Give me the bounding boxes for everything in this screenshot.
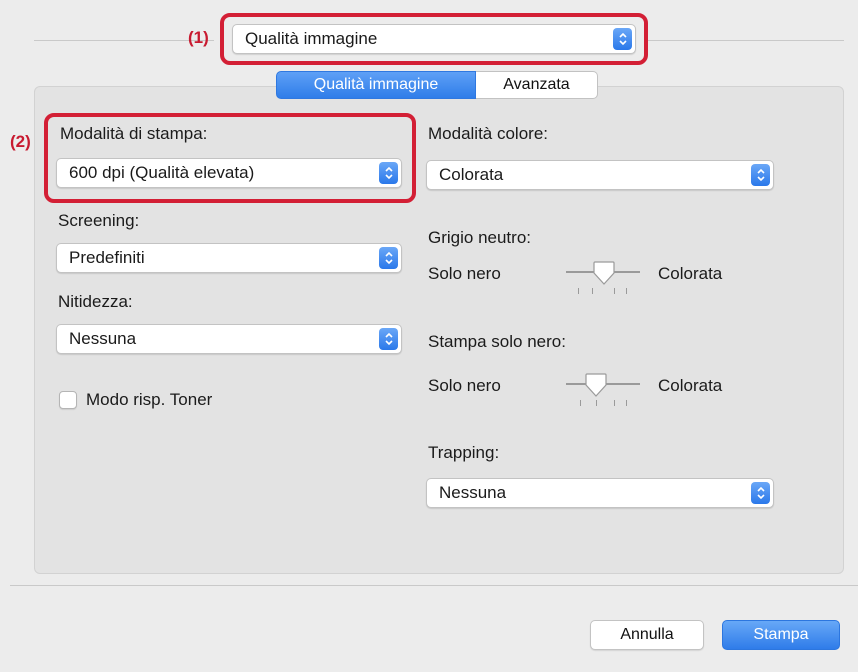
- toner-save-checkbox[interactable]: [59, 391, 77, 409]
- slider-tick: [614, 288, 615, 294]
- print-mode-label: Modalità di stampa:: [60, 124, 208, 143]
- slider-tick: [596, 400, 597, 406]
- black-only-min-label: Solo nero: [428, 376, 501, 395]
- panel-select-popup[interactable]: Qualità immagine: [232, 24, 636, 54]
- chevron-updown-icon: [751, 164, 770, 186]
- neutral-gray-min-label: Solo nero: [428, 264, 501, 283]
- trapping-popup[interactable]: Nessuna: [426, 478, 774, 508]
- neutral-gray-slider[interactable]: [566, 258, 640, 296]
- top-separator-right: [648, 40, 844, 41]
- trapping-value: Nessuna: [439, 483, 507, 502]
- cancel-button[interactable]: Annulla: [590, 620, 704, 650]
- black-only-label: Stampa solo nero:: [428, 332, 566, 351]
- sharpness-value: Nessuna: [69, 329, 137, 348]
- slider-knob[interactable]: [584, 372, 608, 398]
- footer-separator: [10, 585, 858, 586]
- slider-tick: [626, 400, 627, 406]
- screening-popup[interactable]: Predefiniti: [56, 243, 402, 273]
- color-mode-label: Modalità colore:: [428, 124, 549, 143]
- annotation-marker-1: (1): [188, 28, 209, 47]
- toner-save-label: Modo risp. Toner: [86, 390, 213, 409]
- chevron-updown-icon: [613, 28, 632, 50]
- color-mode-popup[interactable]: Colorata: [426, 160, 774, 190]
- slider-tick: [592, 288, 593, 294]
- panel-select-value: Qualità immagine: [245, 29, 378, 48]
- black-only-max-label: Colorata: [658, 376, 723, 395]
- screening-value: Predefiniti: [69, 248, 145, 267]
- sharpness-label: Nitidezza:: [58, 292, 133, 311]
- print-mode-value: 600 dpi (Qualità elevata): [69, 163, 255, 182]
- slider-tick: [626, 288, 627, 294]
- screening-label: Screening:: [58, 211, 140, 230]
- slider-knob[interactable]: [592, 260, 616, 286]
- chevron-updown-icon: [379, 328, 398, 350]
- annotation-marker-2: (2): [10, 132, 31, 151]
- trapping-label: Trapping:: [428, 443, 500, 462]
- chevron-updown-icon: [379, 247, 398, 269]
- slider-tick: [580, 400, 581, 406]
- chevron-updown-icon: [751, 482, 770, 504]
- neutral-gray-max-label: Colorata: [658, 264, 723, 283]
- tab-advanced[interactable]: Avanzata: [476, 71, 598, 99]
- slider-tick: [614, 400, 615, 406]
- neutral-gray-label: Grigio neutro:: [428, 228, 531, 247]
- color-mode-value: Colorata: [439, 165, 504, 184]
- print-mode-popup[interactable]: 600 dpi (Qualità elevata): [56, 158, 402, 188]
- slider-tick: [578, 288, 579, 294]
- chevron-updown-icon: [379, 162, 398, 184]
- tab-image-quality[interactable]: Qualità immagine: [276, 71, 476, 99]
- black-only-slider[interactable]: [566, 370, 640, 408]
- sharpness-popup[interactable]: Nessuna: [56, 324, 402, 354]
- print-button[interactable]: Stampa: [722, 620, 840, 650]
- top-separator-left: [34, 40, 214, 41]
